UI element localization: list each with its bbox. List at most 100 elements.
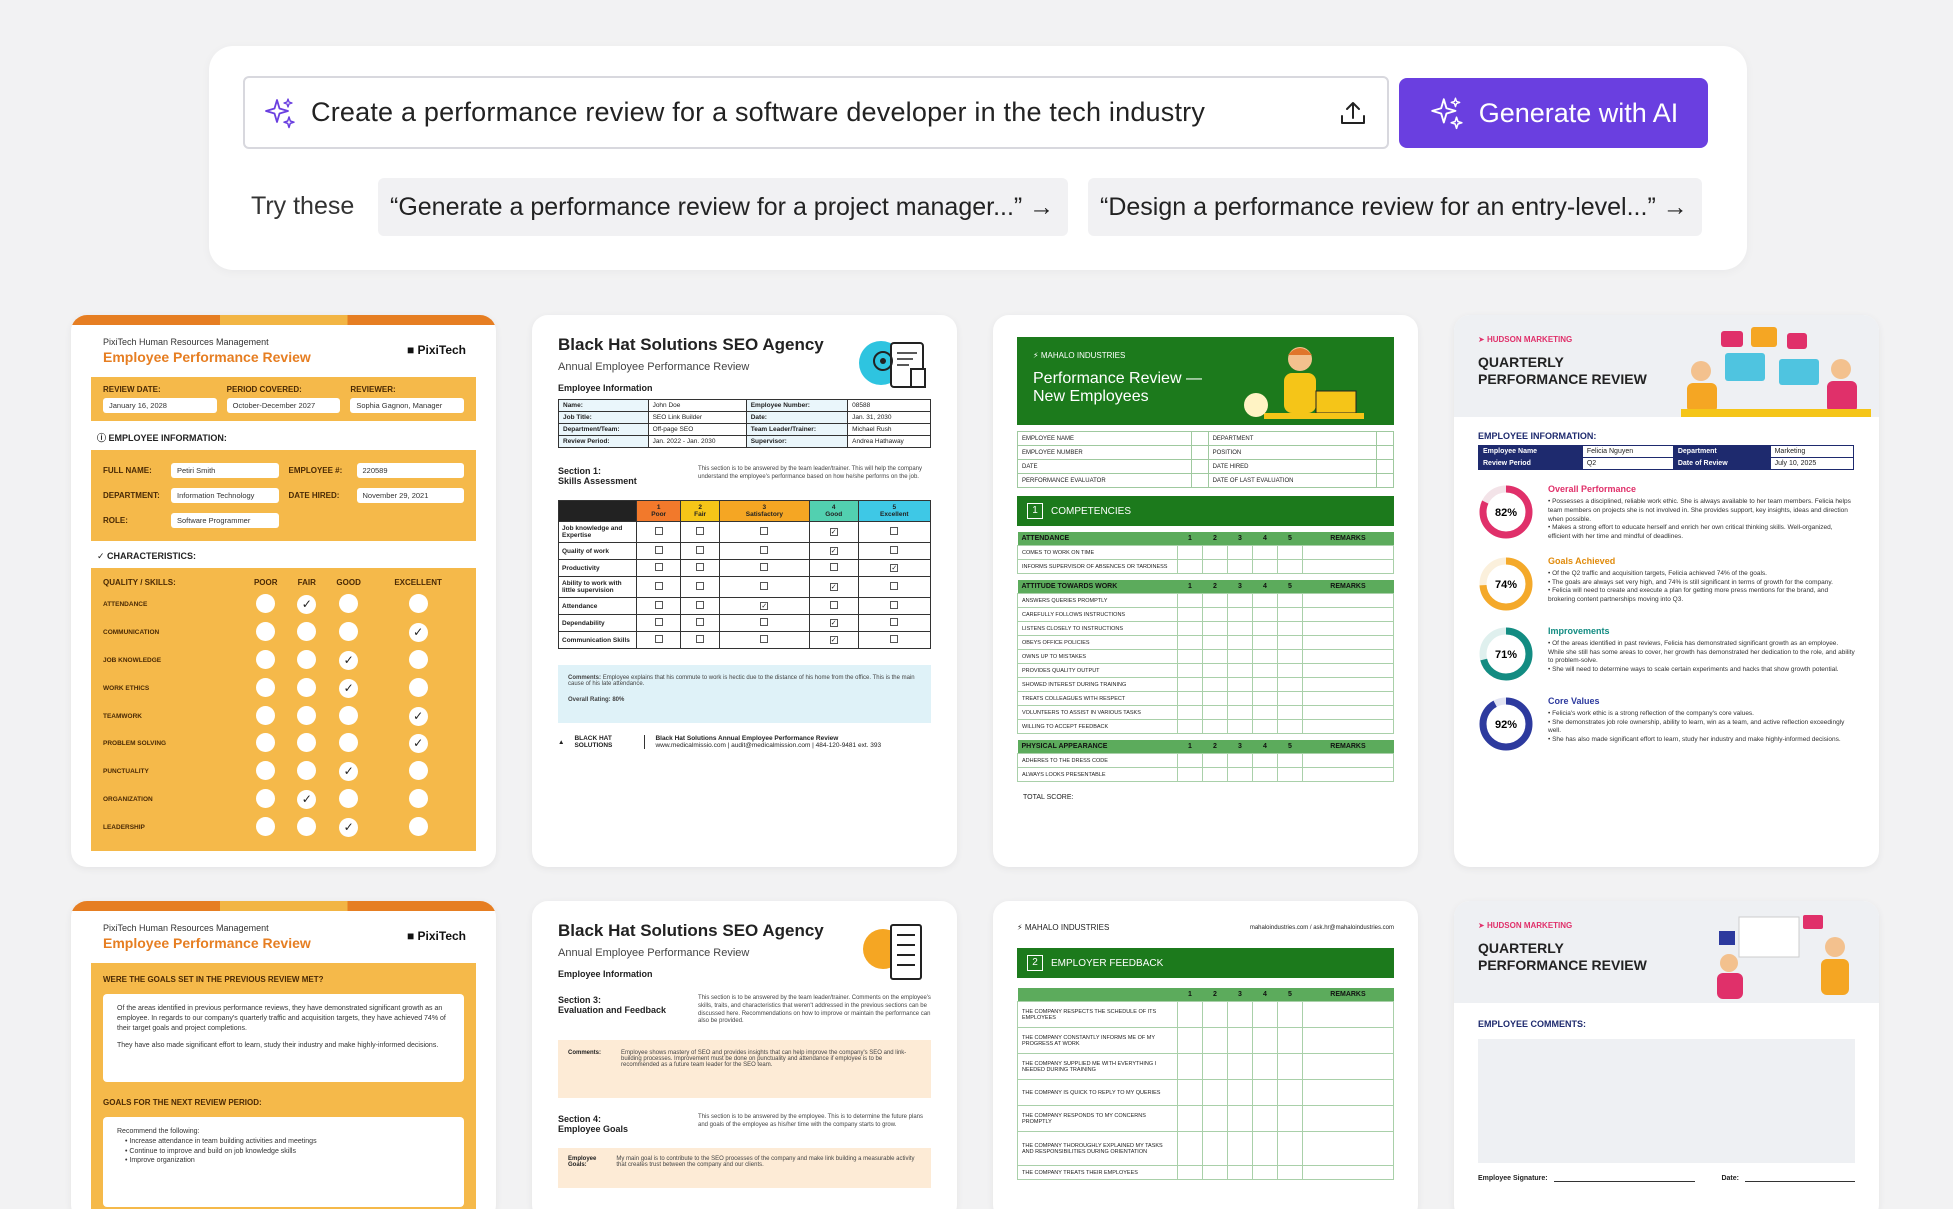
generate-label: Generate with AI <box>1478 97 1679 128</box>
comments-box: Comments: Employee shows mastery of SEO a… <box>558 1040 931 1099</box>
rating-dot <box>297 733 317 753</box>
competency-table-appearance: PHYSICAL APPEARANCE 1 2 3 4 5 REMARKS ADHERES … <box>1017 740 1395 782</box>
comments-textarea[interactable] <box>1478 1039 1855 1163</box>
template-card-hudson-quarterly-review-page-2[interactable]: ➤ HUDSON MARKETING QUARTERLY PERFORMANCE… <box>1454 901 1879 1209</box>
template-footer: ▲ BLACK HAT SOLUTIONS Black Hat Solution… <box>558 735 882 749</box>
prompt-text[interactable]: Create a performance review for a softwa… <box>311 97 1337 128</box>
check-icon: ✓ <box>339 817 359 837</box>
template-card-black-hat-review[interactable]: Black Hat Solutions SEO Agency Annual Em… <box>532 315 957 867</box>
checklist-document-icon <box>863 924 922 980</box>
template-card-black-hat-review-page-2[interactable]: Black Hat Solutions SEO Agency Annual Em… <box>532 901 957 1209</box>
progress-ring: 92% <box>1479 697 1533 751</box>
rating-dot <box>408 788 428 808</box>
skills-assessment-table: 1 Poor 2 Fair 3 Satisfactory 4 Good 5 Ex… <box>558 500 932 649</box>
rating-dot <box>256 622 276 642</box>
color-bar <box>71 315 496 325</box>
employee-fields-table: EMPLOYEE NAME DEPARTMENT EMPLOYEE NUMBER P… <box>1017 431 1394 488</box>
rating-dot <box>256 649 276 669</box>
competency-table-attitude: ATTITUDE TOWARDS WORK 1 2 3 4 5 REMARKS ANSWER… <box>1017 580 1395 734</box>
check-icon: ✓ <box>339 678 359 698</box>
goals-box: Employee Goals: My main goal is to contri… <box>558 1148 931 1189</box>
role-label: ROLE: <box>103 516 128 525</box>
sparkle-icon <box>265 97 295 128</box>
ai-prompt-card: Create a performance review for a softwa… <box>209 46 1747 270</box>
check-icon: ✓ <box>408 623 428 643</box>
svg-text:92%: 92% <box>1495 719 1517 731</box>
col-head: EXCELLENT <box>394 578 442 587</box>
review-date-value: January 16, 2028 <box>103 398 217 413</box>
progress-ring: 82% <box>1479 485 1533 539</box>
rating-dot <box>339 622 359 642</box>
suggestion-chip-project-manager[interactable]: “Generate a performance review for a pro… <box>378 178 1068 236</box>
question-heading: WERE THE GOALS SET IN THE PREVIOUS REVIE… <box>103 975 324 984</box>
section-note: This section is to be answered by the te… <box>698 995 931 1025</box>
date-hired-label: DATE HIRED: <box>288 491 340 500</box>
skill-label: WORK ETHICS <box>103 684 150 692</box>
comments-box: Comments: Employee explains that his com… <box>558 665 931 723</box>
skill-label: COMMUNICATION <box>103 629 160 637</box>
upload-icon[interactable] <box>1337 97 1369 129</box>
review-date-label: REVIEW DATE: <box>103 385 161 394</box>
table-row: ATTENDANCE ✓ <box>103 591 464 619</box>
prompt-input[interactable]: Create a performance review for a softwa… <box>243 76 1389 149</box>
employee-info-heading: ⓘ EMPLOYEE INFORMATION: <box>97 433 227 443</box>
rating-dot <box>297 816 317 836</box>
try-these-label: Try these <box>251 192 355 220</box>
generate-with-ai-button[interactable]: Generate with AI <box>1399 78 1708 148</box>
company-name: ⚡ MAHALO INDUSTRIES <box>1017 923 1110 932</box>
department-value: Information Technology <box>171 488 279 503</box>
overall-rating: Overall Rating: 80% <box>568 697 625 703</box>
reviewer-value: Sophia Gagnon, Manager <box>350 398 464 413</box>
employee-info-table: Name: John Doe Employee Number: 08588 Job T… <box>558 399 931 448</box>
skill-label: PROBLEM SOLVING <box>103 740 167 748</box>
skill-label: ATTENDANCE <box>103 601 148 609</box>
table-row: WORK ETHICS ✓ <box>103 674 464 702</box>
progress-ring: 71% <box>1479 627 1533 681</box>
company-contact: mahaloindustries.com / ask.hr@mahaloindu… <box>1249 924 1394 931</box>
rating-dot <box>408 594 428 614</box>
employee-number-value: 220589 <box>356 463 464 478</box>
check-icon: ✓ <box>339 762 359 782</box>
template-card-hudson-quarterly-review[interactable]: ➤ HUDSON MARKETING QUARTERLY PERFORMANCE… <box>1454 315 1879 867</box>
template-card-mahalo-review-page-2[interactable]: ⚡ MAHALO INDUSTRIES mahaloindustries.com… <box>993 901 1418 1209</box>
rating-dot <box>256 761 276 781</box>
template-title: Performance Review — New Employees <box>1033 370 1202 405</box>
full-name-value: Petiri Smith <box>171 463 279 478</box>
col-head: QUALITY / SKILLS: <box>103 578 176 587</box>
rating-dot <box>408 761 428 781</box>
rating-dot <box>256 733 276 753</box>
employee-info-table: Employee Name Felicia Nguyen Department Mar… <box>1478 445 1855 470</box>
full-name-label: FULL NAME: <box>103 466 152 475</box>
signature-line: Employee Signature: Date: <box>1478 1175 1855 1182</box>
team-illustration-icon <box>1681 327 1871 417</box>
check-icon: ✓ <box>408 706 428 726</box>
green-banner: ⚡ MAHALO INDUSTRIES Performance Review —… <box>1017 337 1394 425</box>
rating-dot <box>297 705 317 725</box>
answer-box: Of the areas identified in previous perf… <box>103 994 464 1082</box>
employer-feedback-heading: 2 EMPLOYER FEEDBACK <box>1017 948 1394 978</box>
rating-dot <box>339 788 359 808</box>
pixitech-logo: ■ PixiTech <box>406 929 466 943</box>
metric-core-values: 92% Core Values • Felicia's work ethic is… <box>1478 696 1855 752</box>
competency-table-attendance: ATTENDANCE 1 2 3 4 5 REMARKS COMES TO WORK ON … <box>1017 532 1395 574</box>
template-card-pixitech-review[interactable]: PixiTech Human Resources Management Empl… <box>71 315 496 867</box>
svg-text:71%: 71% <box>1495 649 1517 661</box>
table-row: LEADERSHIP ✓ <box>103 813 464 841</box>
rating-dot <box>408 677 428 697</box>
section-1-title: Section 1: Skills Assessment <box>558 466 637 486</box>
check-icon: ✓ <box>297 789 317 809</box>
metric-goals-achieved: 74% Goals Achieved • Of the Q2 traffic an… <box>1478 556 1855 612</box>
rating-dot <box>408 649 428 669</box>
rating-dot <box>256 594 276 614</box>
skill-label: TEAMWORK <box>103 712 142 720</box>
skill-label: ORGANIZATION <box>103 795 153 803</box>
suggestion-chip-entry-level[interactable]: “Design a performance review for an entr… <box>1088 178 1702 236</box>
pixitech-logo: ■ PixiTech <box>406 343 466 357</box>
skills-rating-table: QUALITY / SKILLS: POOR FAIR GOOD EXCELLE… <box>103 574 464 841</box>
table-row: JOB KNOWLEDGE ✓ <box>103 647 464 675</box>
check-icon: ✓ <box>408 734 428 754</box>
template-card-mahalo-review[interactable]: ⚡ MAHALO INDUSTRIES Performance Review —… <box>993 315 1418 867</box>
template-card-pixitech-review-page-2[interactable]: PixiTech Human Resources Management Empl… <box>71 901 496 1209</box>
suggestion-text: “Generate a performance review for a pro… <box>390 192 1055 221</box>
skill-label: PUNCTUALITY <box>103 768 149 776</box>
